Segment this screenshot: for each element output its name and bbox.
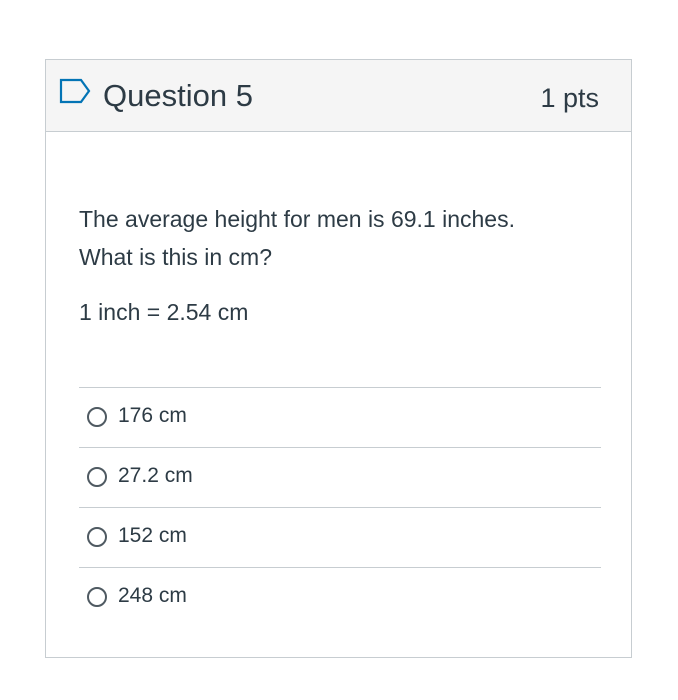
answer-label[interactable]: 27.2 cm xyxy=(118,462,193,490)
answer-label[interactable]: 152 cm xyxy=(118,522,187,550)
answer-label[interactable]: 176 cm xyxy=(118,402,187,430)
radio-button[interactable] xyxy=(87,407,107,427)
answer-label[interactable]: 248 cm xyxy=(118,582,187,610)
radio-button[interactable] xyxy=(87,467,107,487)
question-header: Question 5 1 pts xyxy=(46,60,631,132)
question-text-line: What is this in cm? xyxy=(79,244,272,270)
radio-button[interactable] xyxy=(87,587,107,607)
answer-option[interactable]: 248 cm xyxy=(79,567,601,627)
conversion-note: 1 inch = 2.54 cm xyxy=(79,299,249,325)
radio-button[interactable] xyxy=(87,527,107,547)
question-card: Question 5 1 pts The average height for … xyxy=(45,59,632,658)
answer-list: 176 cm 27.2 cm 152 cm 248 cm xyxy=(79,387,601,627)
question-text: The average height for men is 69.1 inche… xyxy=(79,200,599,276)
question-text-line: The average height for men is 69.1 inche… xyxy=(79,206,515,232)
question-title: Question 5 xyxy=(103,78,253,113)
answer-option[interactable]: 176 cm xyxy=(79,387,601,447)
answer-option[interactable]: 152 cm xyxy=(79,507,601,567)
flag-outline-icon[interactable] xyxy=(59,78,91,104)
question-points: 1 pts xyxy=(540,83,599,113)
answer-option[interactable]: 27.2 cm xyxy=(79,447,601,507)
